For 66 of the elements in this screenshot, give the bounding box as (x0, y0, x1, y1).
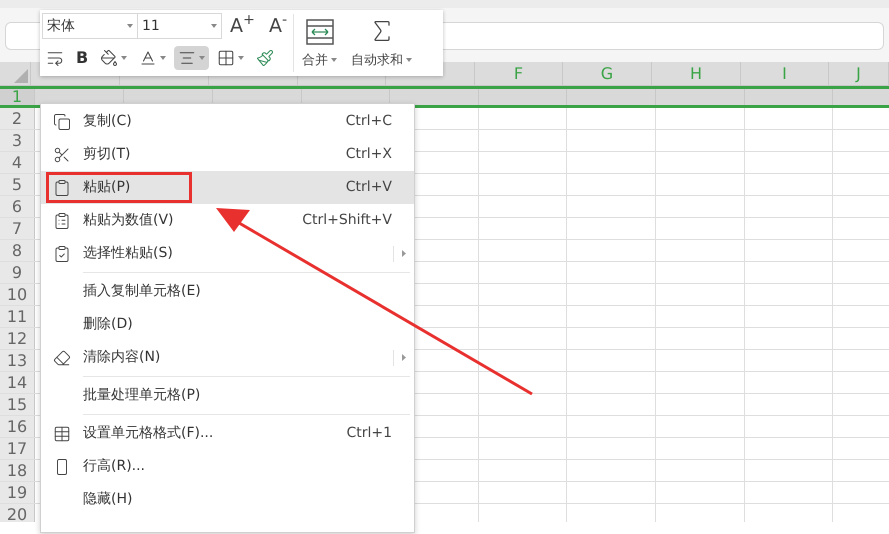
row-header[interactable]: 2 (0, 108, 35, 129)
row-header[interactable]: 4 (0, 152, 35, 173)
merge-button[interactable]: 合并 (300, 18, 340, 70)
caret-icon (160, 56, 166, 60)
clipboard-list-icon (53, 212, 71, 230)
paintbrush-icon (256, 49, 274, 67)
copy-icon (53, 112, 71, 130)
caret-icon (121, 56, 128, 60)
menu-item[interactable]: 剪切(T) Ctrl+X (41, 138, 414, 171)
wrap-text-icon (46, 49, 64, 67)
column-header[interactable]: H (652, 62, 741, 85)
row-header[interactable]: 19 (0, 482, 35, 503)
font-size-select[interactable]: 11 (138, 13, 222, 39)
clipboard-icon (53, 178, 71, 196)
row-header[interactable]: 14 (0, 372, 35, 393)
menu-item[interactable]: 插入复制单元格(E) (41, 275, 414, 308)
column-header[interactable]: F (475, 62, 563, 85)
row-header[interactable]: 3 (0, 130, 35, 151)
shrink-font-button[interactable]: A$^{-}$ (268, 16, 288, 36)
row-header[interactable]: 17 (0, 438, 35, 459)
merge-cells-icon (306, 18, 334, 44)
row-header[interactable]: 10 (0, 284, 35, 305)
paint-bucket-icon (100, 49, 118, 67)
caret-icon (211, 24, 217, 28)
row-header[interactable]: 13 (0, 350, 35, 371)
row-header[interactable]: 12 (0, 328, 35, 349)
column-header[interactable]: J (829, 62, 889, 85)
clipboard-check-icon (53, 244, 71, 262)
row-header[interactable]: 5 (0, 174, 35, 195)
menu-item[interactable]: 删除(D) (41, 308, 414, 341)
column-header[interactable]: I (741, 62, 829, 85)
align-center-icon (178, 49, 196, 67)
menu-item[interactable]: 设置单元格格式(F)... Ctrl+1 (41, 417, 414, 450)
row-header[interactable]: 11 (0, 306, 35, 327)
grow-font-button[interactable]: A$^{+}$ (230, 16, 255, 36)
font-color-icon (139, 49, 158, 67)
menu-item[interactable]: 批量处理单元格(P) (41, 379, 414, 412)
row-header[interactable]: 18 (0, 460, 35, 481)
menu-item[interactable]: 选择性粘贴(S) (41, 237, 414, 270)
row-header[interactable]: 9 (0, 262, 35, 283)
row-header[interactable]: 7 (0, 218, 35, 239)
row-header[interactable]: 6 (0, 196, 35, 217)
font-select[interactable]: 宋体 (42, 13, 138, 39)
menu-item[interactable]: 行高(R)... (41, 450, 414, 483)
eraser-icon (53, 348, 71, 366)
column-header[interactable]: G (563, 62, 652, 85)
borders-icon (217, 49, 236, 67)
submenu-arrow-icon (402, 250, 406, 257)
caret-icon (127, 24, 133, 28)
row-header[interactable]: 15 (0, 394, 35, 415)
submenu-arrow-icon (402, 354, 406, 361)
menu-item[interactable]: 隐藏(H) (41, 483, 414, 516)
menu-item[interactable]: 粘贴(P) Ctrl+V (41, 171, 414, 204)
bold-button[interactable]: B (72, 46, 92, 70)
caret-icon (199, 56, 206, 60)
table-icon (53, 424, 71, 442)
row-header[interactable]: 8 (0, 240, 35, 261)
autosum-button[interactable]: 自动求和 (349, 16, 414, 70)
menu-item[interactable]: 复制(C) Ctrl+C (41, 105, 414, 138)
menu-item[interactable]: 粘贴为数值(V) Ctrl+Shift+V (41, 204, 414, 237)
caret-icon (238, 56, 244, 60)
row-header[interactable]: 20 (0, 504, 35, 522)
menu-item[interactable]: 清除内容(N) (41, 341, 414, 374)
align-center-button[interactable] (174, 46, 210, 70)
scissors-icon (53, 146, 71, 164)
row-header[interactable]: 16 (0, 416, 35, 437)
